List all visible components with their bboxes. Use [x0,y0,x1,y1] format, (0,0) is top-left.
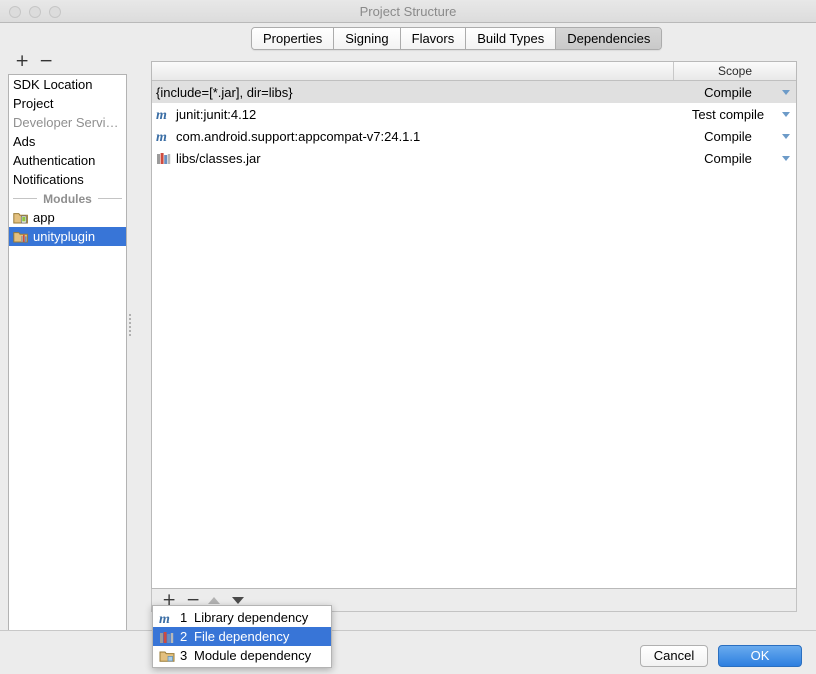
sidebar-item-app[interactable]: app [9,208,126,227]
jar-file-icon [156,151,172,165]
chevron-down-icon[interactable] [782,90,790,95]
add-dependency-popup-menu[interactable]: m1Library dependency2File dependency3Mod… [152,605,332,668]
module-folder-icon [159,649,175,663]
ok-button[interactable]: OK [718,645,802,667]
menu-item-label: File dependency [194,629,289,644]
window-title: Project Structure [0,0,816,23]
dialog-footer: Cancel OK [0,630,816,674]
scope-dropdown[interactable]: Compile [674,151,796,166]
sidebar-item-sdk-location[interactable]: SDK Location [9,75,126,94]
table-row[interactable]: {include=[*.jar], dir=libs} Compile [152,81,796,103]
table-row[interactable]: m com.android.support:appcompat-v7:24.1.1… [152,125,796,147]
add-module-button[interactable]: + [15,52,29,70]
sidebar-section-label: Modules [37,192,98,206]
tab-dependencies[interactable]: Dependencies [556,28,661,49]
table-row[interactable]: libs/classes.jar Compile [152,147,796,169]
sidebar-item-notifications[interactable]: Notifications [9,170,126,189]
move-down-button[interactable] [232,597,244,604]
sidebar-item-label: unityplugin [33,227,95,246]
move-up-button[interactable] [208,597,220,604]
sidebar-item-label: Project [13,94,53,113]
dependencies-table-header: Scope [152,62,796,81]
menu-item-shortcut: 2 [180,629,194,644]
menu-item-shortcut: 1 [180,610,194,625]
dependency-name-label: com.android.support:appcompat-v7:24.1.1 [176,129,420,144]
window-titlebar: Project Structure [0,0,816,23]
tab-bar: PropertiesSigningFlavorsBuild TypesDepen… [0,24,816,50]
sidebar-toolbar: + − [0,50,136,72]
menu-item-module-dependency[interactable]: 3Module dependency [153,646,331,665]
sidebar-item-developer-servi: Developer Servi… [9,113,126,132]
dependencies-panel: Scope {include=[*.jar], dir=libs} Compile… [140,50,808,612]
maven-library-icon: m [156,129,172,143]
sidebar-item-label: SDK Location [13,75,93,94]
sidebar-item-unityplugin[interactable]: unityplugin [9,227,126,246]
library-module-icon [13,230,28,243]
dependency-name-cell[interactable]: m com.android.support:appcompat-v7:24.1.1 [152,129,674,144]
dependencies-table[interactable]: Scope {include=[*.jar], dir=libs} Compile… [151,61,797,589]
sidebar-list[interactable]: SDK LocationProjectDeveloper Servi…AdsAu… [8,74,127,649]
table-row[interactable]: m junit:junit:4.12 Test compile [152,103,796,125]
sidebar-item-label: Ads [13,132,35,151]
android-module-icon [13,211,28,224]
cancel-button[interactable]: Cancel [640,645,708,667]
scope-value-label: Compile [678,151,778,166]
tab-flavors[interactable]: Flavors [401,28,467,49]
dependency-name-label: {include=[*.jar], dir=libs} [156,85,293,100]
chevron-down-icon[interactable] [782,134,790,139]
sidebar-item-label: Notifications [13,170,84,189]
jar-file-icon [159,630,175,644]
remove-module-button[interactable]: − [39,52,53,70]
column-header-scope[interactable]: Scope [674,62,796,80]
dependency-name-cell[interactable]: {include=[*.jar], dir=libs} [152,85,674,100]
dependencies-table-body: {include=[*.jar], dir=libs} Compile mjunit… [152,81,796,169]
scope-dropdown[interactable]: Compile [674,85,796,100]
scope-value-label: Compile [678,129,778,144]
scope-dropdown[interactable]: Compile [674,129,796,144]
menu-item-file-dependency[interactable]: 2File dependency [153,627,331,646]
panel-splitter-handle[interactable] [129,314,133,336]
tab-build-types[interactable]: Build Types [466,28,556,49]
scope-value-label: Test compile [678,107,778,122]
dependency-name-label: junit:junit:4.12 [176,107,256,122]
sidebar-section-separator: Modules [9,189,126,208]
sidebar-item-label: Developer Servi… [13,113,119,132]
sidebar-item-authentication[interactable]: Authentication [9,151,126,170]
column-header-dependency[interactable] [152,62,674,80]
tab-signing[interactable]: Signing [334,28,400,49]
sidebar-item-label: Authentication [13,151,95,170]
menu-item-label: Module dependency [194,648,311,663]
menu-item-shortcut: 3 [180,648,194,663]
maven-library-icon: m [156,107,172,121]
chevron-down-icon[interactable] [782,156,790,161]
scope-value-label: Compile [678,85,778,100]
maven-library-icon: m [159,611,175,625]
tab-group: PropertiesSigningFlavorsBuild TypesDepen… [251,27,662,50]
chevron-down-icon[interactable] [782,112,790,117]
scope-dropdown[interactable]: Test compile [674,107,796,122]
dependency-name-cell[interactable]: m junit:junit:4.12 [152,107,674,122]
sidebar-item-ads[interactable]: Ads [9,132,126,151]
sidebar: + − SDK LocationProjectDeveloper Servi…A… [0,50,136,630]
sidebar-item-project[interactable]: Project [9,94,126,113]
menu-item-library-dependency[interactable]: m1Library dependency [153,608,331,627]
menu-item-label: Library dependency [194,610,308,625]
dependency-name-label: libs/classes.jar [176,151,261,166]
dependency-name-cell[interactable]: libs/classes.jar [152,151,674,166]
tab-properties[interactable]: Properties [252,28,334,49]
sidebar-item-label: app [33,208,55,227]
